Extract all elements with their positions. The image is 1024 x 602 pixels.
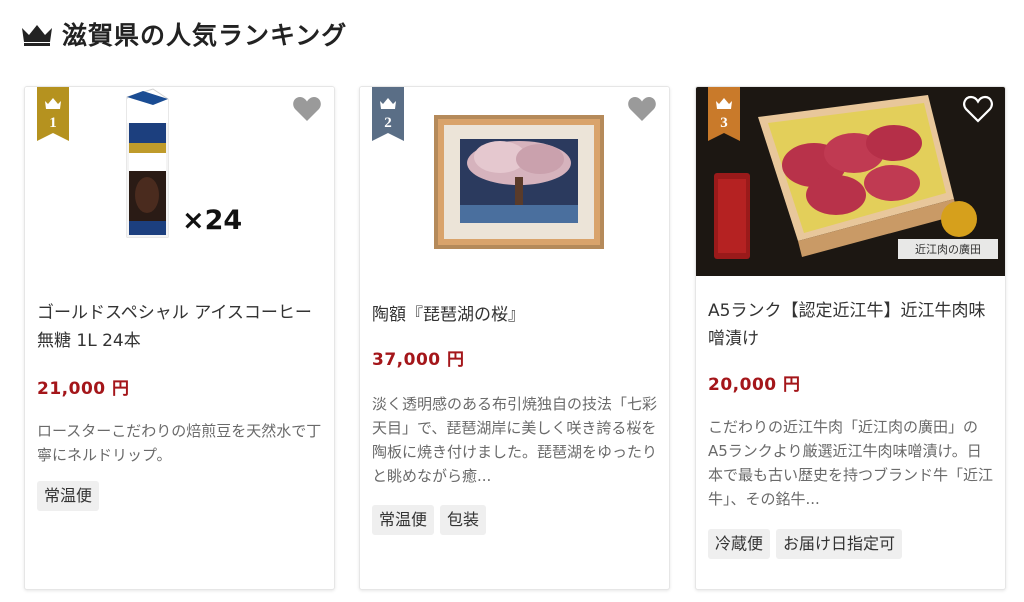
tag: 常温便 [37, 481, 100, 511]
product-card[interactable]: ×24 1 ゴールドスペシャル アイスコーヒー 無糖 1L 24本 21,000… [24, 86, 335, 590]
product-description: ロースターこだわりの焙煎豆を天然水で丁寧にネルドリップ。 [37, 422, 322, 464]
product-title[interactable]: A5ランク【認定近江牛】近江牛肉味噌漬け [708, 297, 993, 353]
product-card[interactable]: 近江肉の廣田 3 A5ランク【認定近江牛】近江牛肉味噌漬け 20,000 円 こ… [695, 86, 1006, 590]
tag: お届け日指定可 [776, 529, 903, 559]
tag: 常温便 [372, 505, 435, 535]
product-price: 20,000 円 [708, 375, 801, 395]
product-image[interactable]: ×24 [25, 87, 334, 276]
product-price: 21,000 円 [37, 379, 130, 399]
tag-list: 常温便 包装 [372, 505, 487, 535]
product-price: 37,000 円 [372, 350, 465, 370]
tag-list: 常温便 [37, 481, 100, 511]
rank-badge: 1 [37, 87, 69, 141]
product-image[interactable] [360, 87, 669, 276]
quantity-label: ×24 [182, 205, 243, 236]
product-title[interactable]: ゴールドスペシャル アイスコーヒー 無糖 1L 24本 [37, 299, 322, 355]
product-card[interactable]: 2 陶額『琵琶湖の桜』 37,000 円 淡く透明感のある布引焼独自の技法「七彩… [359, 86, 670, 590]
product-title[interactable]: 陶額『琵琶湖の桜』 [372, 301, 657, 329]
product-image[interactable]: 近江肉の廣田 [696, 87, 1005, 276]
svg-text:1: 1 [49, 115, 57, 131]
svg-text:3: 3 [720, 115, 728, 131]
heart-icon[interactable] [292, 95, 322, 123]
product-description: 淡く透明感のある布引焼独自の技法「七彩天目」で、琵琶湖岸に美しく咲き誇る桜を陶板… [372, 395, 658, 485]
section-title: 滋賀県の人気ランキング [62, 21, 348, 50]
section-header: 滋賀県の人気ランキング [20, 16, 347, 52]
product-description: こだわりの近江牛肉「近江肉の廣田」のA5ランクより厳選近江牛肉味噌漬け。日本で最… [708, 418, 994, 508]
heart-icon[interactable] [963, 95, 993, 123]
tag: 包装 [440, 505, 487, 535]
rank-badge: 3 [708, 87, 740, 141]
svg-text:2: 2 [384, 115, 392, 131]
heart-icon[interactable] [627, 95, 657, 123]
rank-badge: 2 [372, 87, 404, 141]
tag-list: 冷蔵便 お届け日指定可 [708, 529, 903, 559]
tag: 冷蔵便 [708, 529, 771, 559]
svg-text:近江肉の廣田: 近江肉の廣田 [915, 242, 981, 256]
crown-icon [22, 25, 52, 46]
